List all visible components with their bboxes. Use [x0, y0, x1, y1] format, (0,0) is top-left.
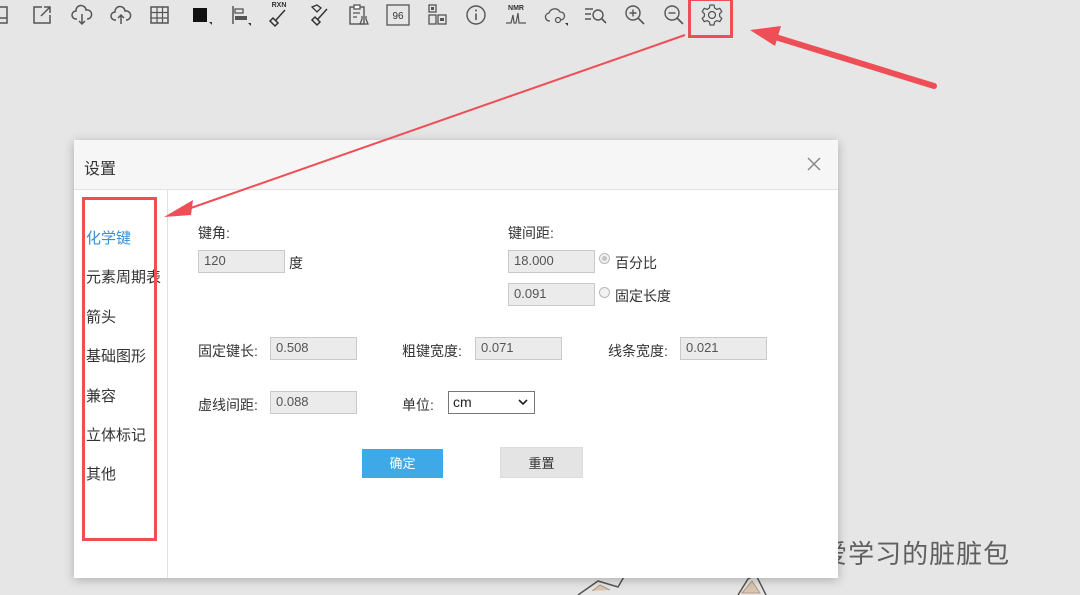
grid-icon[interactable]: [148, 3, 172, 27]
nmr-icon[interactable]: NMR: [504, 3, 528, 27]
percent-radio[interactable]: [599, 253, 610, 264]
toolbar: RXN 96 NMR: [0, 0, 1080, 32]
unit-label: 单位:: [402, 397, 434, 413]
bond-spacing-label: 键间距:: [508, 225, 554, 241]
reaction-clean-icon[interactable]: RXN: [267, 2, 291, 28]
cloud-download-icon[interactable]: [70, 3, 94, 27]
gear-highlight-box: [688, 0, 733, 38]
dash-spacing-label: 虚线间距:: [198, 397, 258, 413]
dialog-header: 设置: [74, 140, 838, 190]
dash-spacing-input[interactable]: 0.088: [270, 391, 357, 414]
fixed-bond-length-label: 固定键长:: [198, 343, 258, 359]
color-fill-icon[interactable]: [189, 3, 213, 27]
sidebar-highlight-box: [82, 197, 157, 541]
bond-angle-input[interactable]: 120: [198, 250, 285, 273]
bold-bond-width-label: 粗键宽度:: [402, 343, 462, 359]
cloud-settings-icon[interactable]: [544, 3, 568, 27]
line-width-input[interactable]: 0.021: [680, 337, 767, 360]
svg-text:NMR: NMR: [508, 5, 524, 12]
bond-spacing-fixed-input[interactable]: 0.091: [508, 283, 595, 306]
percent-radio-label: 百分比: [615, 255, 657, 271]
svg-text:96: 96: [392, 11, 404, 22]
bold-bond-width-input[interactable]: 0.071: [475, 337, 562, 360]
save-icon[interactable]: [0, 3, 12, 27]
clipboard-flask-icon[interactable]: [347, 3, 371, 27]
line-width-label: 线条宽度:: [608, 343, 668, 359]
zoom-out-icon[interactable]: [662, 3, 686, 27]
reset-button[interactable]: 重置: [500, 447, 583, 478]
bond-spacing-percent-input[interactable]: 18.000: [508, 250, 595, 273]
fixed-length-radio[interactable]: [599, 287, 610, 298]
dialog-title: 设置: [84, 161, 117, 178]
export-icon[interactable]: [30, 3, 54, 27]
align-icon[interactable]: [229, 3, 253, 27]
zoom-in-icon[interactable]: [623, 3, 647, 27]
plate-96-icon[interactable]: 96: [386, 3, 410, 27]
cloud-upload-icon[interactable]: [109, 3, 133, 27]
bond-angle-label: 键角:: [198, 225, 230, 241]
close-icon[interactable]: [804, 154, 824, 174]
info-icon[interactable]: [464, 3, 488, 27]
fixed-bond-length-input[interactable]: 0.508: [270, 337, 357, 360]
qr-code-icon[interactable]: [425, 3, 449, 27]
bond-angle-unit: 度: [289, 255, 303, 271]
svg-text:RXN: RXN: [272, 2, 287, 9]
search-list-icon[interactable]: [584, 3, 608, 27]
chevron-down-icon: [518, 399, 528, 406]
fixed-length-radio-label: 固定长度: [615, 288, 671, 304]
structure-clean-icon[interactable]: [307, 3, 331, 27]
settings-dialog: 设置 化学键 元素周期表 箭头 基础图形 兼容 立体标记 其他 键角: 120 …: [74, 140, 838, 578]
unit-select-value: cm: [453, 394, 472, 410]
ok-button[interactable]: 确定: [362, 449, 443, 478]
unit-select[interactable]: cm: [448, 391, 535, 414]
